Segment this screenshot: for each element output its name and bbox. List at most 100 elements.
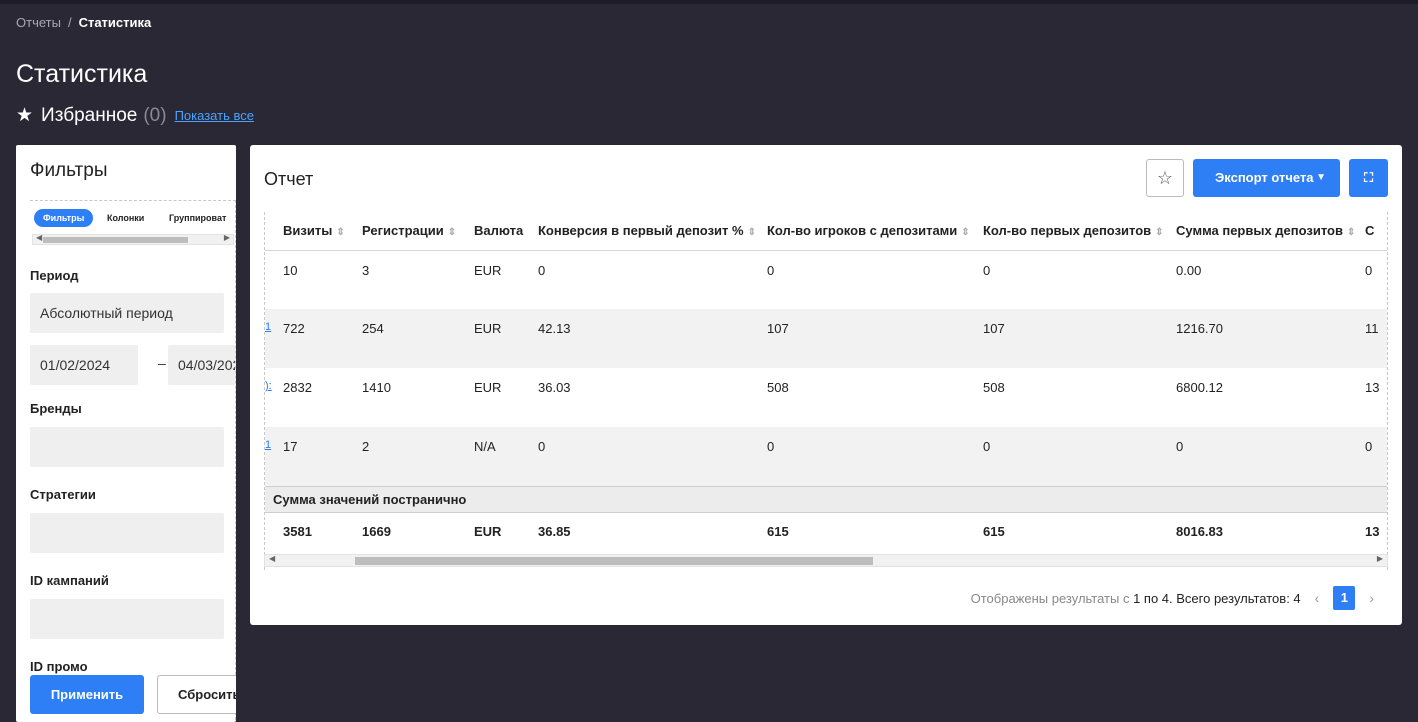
date-to-input[interactable]: 04/03/2024 bbox=[168, 345, 235, 385]
reset-button[interactable]: Сбросить bbox=[157, 675, 236, 714]
summary-label: Сумма значений постранично bbox=[265, 485, 1387, 513]
table-row: 1 722 254 EUR 42.13 107 107 1216.70 11 bbox=[265, 309, 1387, 368]
sort-icon: ⇕ bbox=[747, 227, 756, 239]
sort-icon: ⇕ bbox=[1347, 227, 1356, 239]
column-header[interactable]: Кол-во игроков с депозитами ⇕ bbox=[767, 212, 983, 251]
cell: 42.13 bbox=[538, 309, 767, 368]
cell: 11 bbox=[1365, 309, 1387, 368]
date-from-input[interactable]: 01/02/2024 bbox=[30, 345, 138, 385]
brands-label: Бренды bbox=[30, 401, 82, 416]
cell: 0 bbox=[538, 262, 546, 278]
cell: 722 bbox=[283, 309, 362, 368]
cell: 1410 bbox=[362, 380, 391, 395]
cell: 2832 bbox=[283, 380, 312, 395]
fullscreen-button[interactable]: ⛶ bbox=[1349, 159, 1388, 197]
campaign-id-label: ID кампаний bbox=[30, 573, 109, 588]
favorite-button[interactable]: ☆ bbox=[1146, 159, 1184, 197]
table-row: 10 3 EUR 0 0 0 0.00 0 bbox=[265, 250, 1387, 309]
row-link[interactable]: 1 bbox=[265, 309, 283, 368]
results-range: 1 по 4. Всего результатов: 4 bbox=[1133, 590, 1301, 606]
brands-select[interactable] bbox=[30, 427, 224, 467]
scroll-right-icon[interactable]: ▶ bbox=[224, 233, 230, 242]
favorites-count: (0) bbox=[143, 104, 167, 126]
row-link[interactable] bbox=[265, 250, 283, 309]
cell: 1669 bbox=[362, 523, 391, 539]
fullscreen-icon: ⛶ bbox=[1363, 170, 1374, 185]
scroll-left-icon[interactable]: ◀ bbox=[36, 233, 42, 242]
sort-icon: ⇕ bbox=[961, 227, 970, 239]
cell: 107 bbox=[983, 309, 1176, 368]
tabs-scrollbar[interactable]: ◀ ▶ bbox=[32, 233, 234, 245]
column-header[interactable]: Валюта bbox=[474, 212, 538, 251]
period-label: Период bbox=[30, 268, 79, 283]
show-all-link[interactable]: Показать все bbox=[175, 108, 254, 123]
cell: 8016.83 bbox=[1176, 523, 1223, 539]
cell: 0 bbox=[538, 427, 767, 486]
star-icon: ★ bbox=[16, 105, 34, 126]
cell: 1216.70 bbox=[1176, 309, 1365, 368]
export-report-button[interactable]: Экспорт отчета ▼ bbox=[1193, 159, 1340, 197]
report-title: Отчет bbox=[264, 169, 314, 189]
tab-columns[interactable]: Колонки bbox=[98, 209, 153, 227]
cell: 0 bbox=[983, 427, 1176, 486]
tab-grouping[interactable]: Группироват bbox=[160, 209, 235, 227]
chevron-left-icon[interactable]: ‹ bbox=[1315, 590, 1320, 606]
report-table: Визиты ⇕ Регистрации ⇕ Валюта Конверсия в … bbox=[265, 212, 1387, 552]
cell: 0 bbox=[983, 262, 991, 278]
filters-tabs: Фильтры Колонки Группироват ◀ ▶ bbox=[30, 200, 235, 250]
cell: EUR bbox=[474, 309, 538, 368]
tabs-scrollbar-thumb[interactable] bbox=[43, 237, 188, 243]
summary-row: 3581 1669 EUR 36.85 615 615 8016.83 13 bbox=[265, 512, 1387, 552]
column-header[interactable]: Регистрации ⇕ bbox=[362, 212, 474, 251]
table-scrollbar-thumb[interactable] bbox=[355, 557, 873, 565]
table-row: 1 17 2 N/A 0 0 0 0 0 bbox=[265, 427, 1387, 486]
scroll-right-icon[interactable]: ▶ bbox=[1377, 554, 1383, 563]
cell: 10 bbox=[283, 262, 298, 278]
strategies-select[interactable] bbox=[30, 513, 224, 553]
promo-id-label: ID промо bbox=[30, 659, 88, 674]
cell: 615 bbox=[767, 523, 789, 539]
cell: EUR bbox=[474, 523, 502, 539]
favorites-bar: ★ Избранное (0) Показать все bbox=[16, 104, 254, 127]
table-row: ): 2832 1410 EUR 36.03 508 508 6800.12 1… bbox=[265, 368, 1387, 427]
sort-icon: ⇕ bbox=[1155, 227, 1164, 239]
column-header[interactable]: С bbox=[1365, 212, 1387, 251]
breadcrumb-separator: / bbox=[67, 15, 72, 30]
sort-icon: ⇕ bbox=[336, 227, 345, 239]
campaign-id-input[interactable] bbox=[30, 599, 224, 639]
cell bbox=[265, 512, 283, 552]
results-prefix: Отображены результаты с bbox=[970, 590, 1130, 606]
tab-filters[interactable]: Фильтры bbox=[34, 209, 94, 227]
cell: 13 bbox=[1365, 523, 1380, 539]
row-link[interactable]: 1 bbox=[265, 427, 283, 486]
apply-button[interactable]: Применить bbox=[30, 675, 144, 714]
page-button-1[interactable]: 1 bbox=[1333, 586, 1356, 610]
cell: N/A bbox=[474, 427, 538, 486]
cell: 6800.12 bbox=[1176, 380, 1223, 395]
cell: 36.03 bbox=[538, 380, 571, 395]
cell: EUR bbox=[474, 380, 502, 395]
table-scrollbar[interactable]: ◀ ▶ bbox=[264, 554, 1388, 567]
cell: 508 bbox=[983, 380, 1005, 395]
column-header[interactable]: Сумма первых депозитов ⇕ bbox=[1176, 212, 1365, 251]
cell: 0.00 bbox=[1176, 262, 1202, 278]
column-header[interactable]: Кол-во первых депозитов ⇕ bbox=[983, 212, 1176, 251]
cell: EUR bbox=[474, 262, 502, 278]
column-header[interactable]: Конверсия в первый депозит % ⇕ bbox=[538, 212, 767, 251]
breadcrumb-current: Статистика bbox=[78, 15, 152, 30]
breadcrumb: Отчеты / Статистика bbox=[16, 15, 151, 30]
cell: 107 bbox=[767, 309, 983, 368]
cell: 0 bbox=[1176, 427, 1365, 486]
chevron-right-icon[interactable]: › bbox=[1369, 590, 1374, 606]
row-link[interactable]: ): bbox=[265, 368, 283, 427]
cell: 13 bbox=[1365, 380, 1380, 395]
cell: 615 bbox=[983, 523, 1005, 539]
scroll-left-icon[interactable]: ◀ bbox=[269, 554, 275, 563]
cell: 3 bbox=[362, 262, 370, 278]
cell: 2 bbox=[362, 427, 474, 486]
filters-scroll-area[interactable]: Фильтры Колонки Группироват ◀ ▶ Период А… bbox=[30, 200, 236, 722]
column-header[interactable]: Визиты ⇕ bbox=[283, 212, 362, 251]
period-select[interactable]: Абсолютный период bbox=[30, 293, 224, 333]
filters-title: Фильтры bbox=[30, 160, 108, 181]
breadcrumb-reports-link[interactable]: Отчеты bbox=[16, 15, 61, 30]
